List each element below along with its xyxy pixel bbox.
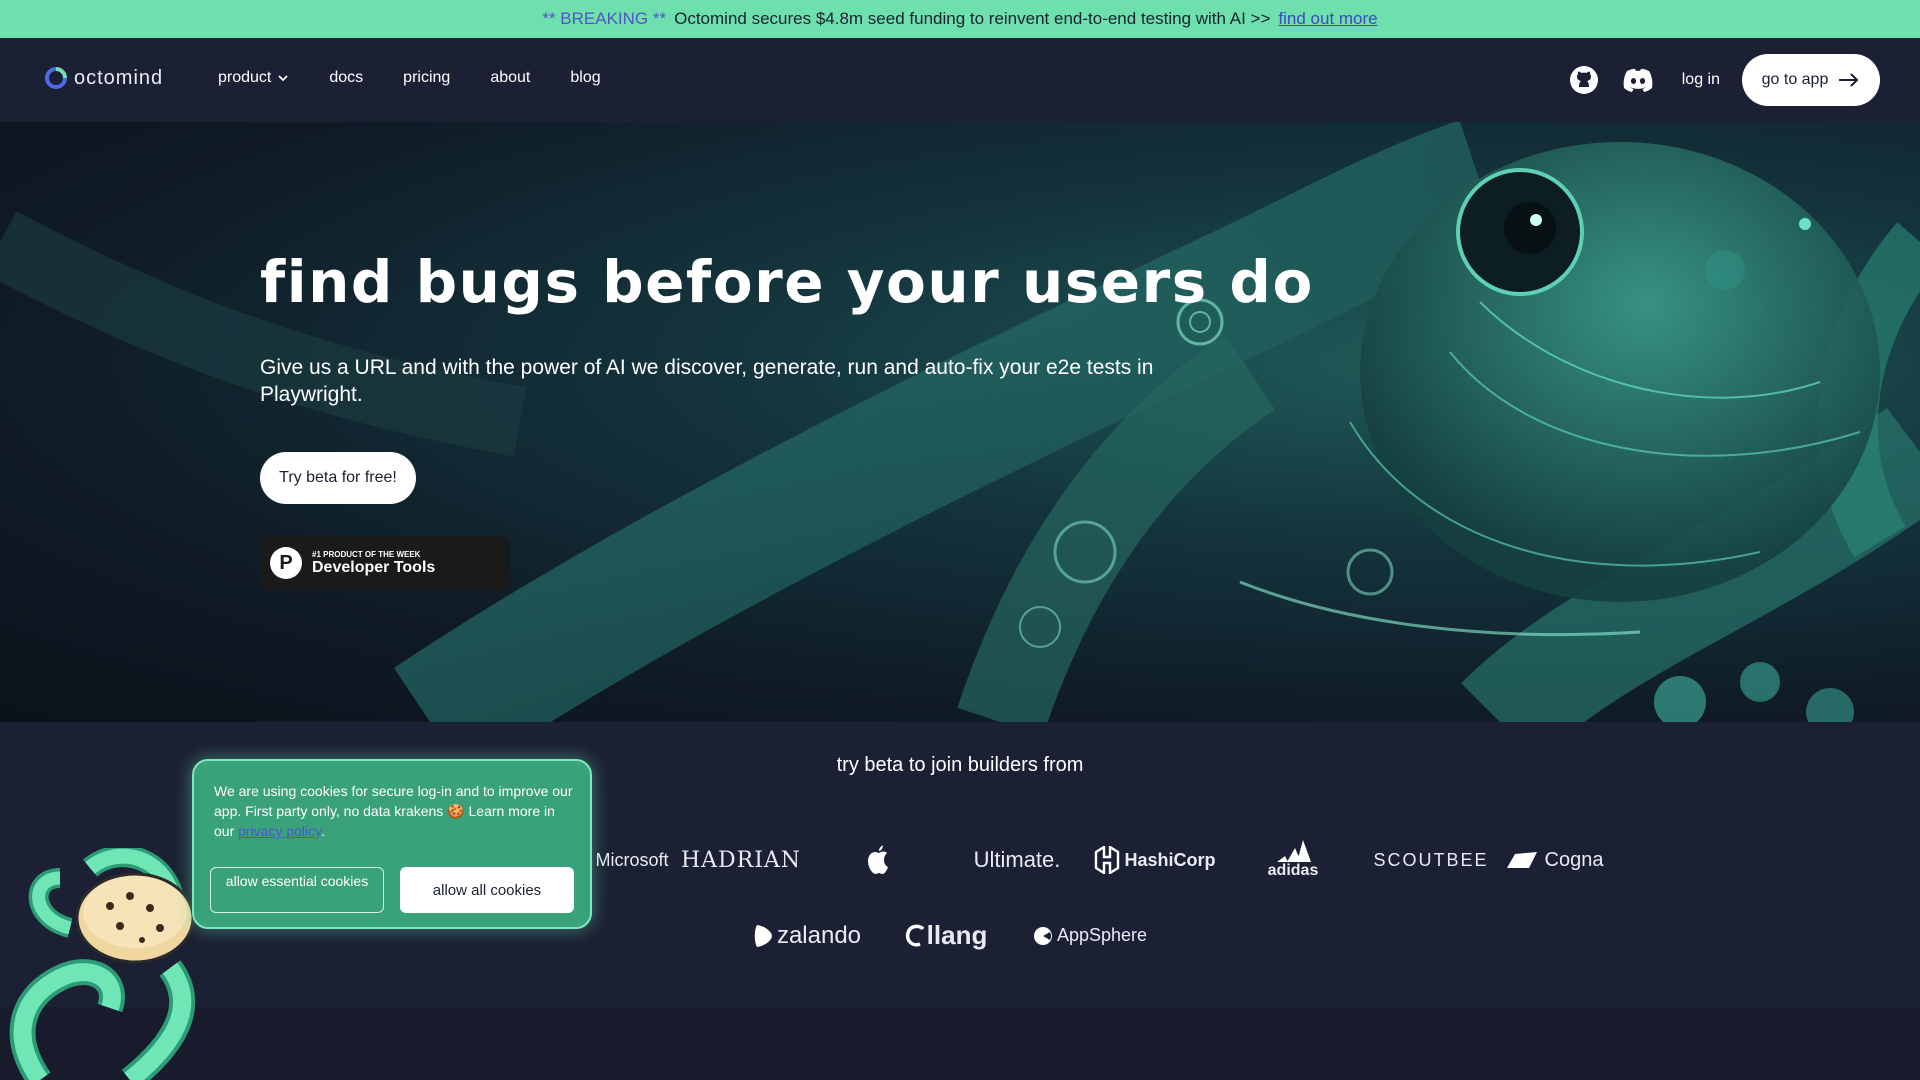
logo-microsoft: Microsoft (595, 849, 669, 870)
logo-adidas: adidas (1224, 840, 1362, 880)
page-bottom (0, 1007, 1920, 1080)
banner-tag: ** BREAKING ** (542, 9, 667, 28)
logo-appsphere-text: AppSphere (1056, 925, 1148, 945)
try-beta-button[interactable]: Try beta for free! (260, 452, 416, 504)
main-menu: product docs pricing about blog (218, 69, 601, 87)
announcement-banner: ** BREAKING ** Octomind secures $4.8m se… (0, 0, 1920, 38)
nav-product[interactable]: product (218, 69, 289, 87)
logo-apple (810, 845, 948, 875)
logo-llang: llang (896, 920, 996, 951)
arrow-right-icon (1839, 73, 1859, 87)
logo-adidas-text: adidas (1267, 862, 1319, 879)
nav-pricing[interactable]: pricing (403, 69, 450, 87)
nav-about[interactable]: about (490, 69, 530, 87)
logo[interactable]: octomind (44, 66, 163, 90)
hero-title: find bugs before your users do (260, 248, 1314, 316)
hero-subtitle: Give us a URL and with the power of AI w… (260, 356, 1154, 406)
llang-icon (905, 924, 925, 946)
badge-text: #1 PRODUCT OF THE WEEK Developer Tools (312, 550, 435, 577)
discord-icon (1623, 68, 1653, 92)
github-link[interactable] (1568, 64, 1600, 96)
hashicorp-icon (1095, 846, 1120, 874)
top-nav: octomind product docs pricing about blog (0, 38, 1920, 122)
hero-section: find bugs before your users do Give us a… (0, 122, 1920, 722)
banner-link[interactable]: find out more (1278, 9, 1377, 29)
login-link[interactable]: log in (1682, 71, 1720, 89)
customer-logos-row-2: zalando llang AppSphere (752, 920, 1150, 951)
logo-ultimate: Ultimate. (973, 847, 1061, 872)
logo-cogna: Cogna (1500, 849, 1610, 872)
discord-link[interactable] (1622, 64, 1654, 96)
octomind-logo-icon (45, 67, 67, 89)
logo-scoutbee: SCOUTBEE (1373, 849, 1489, 870)
badge-big-text: Developer Tools (312, 558, 436, 576)
logo-appsphere: AppSphere (1030, 925, 1150, 946)
cookie-message: We are using cookies for secure log-in a… (214, 781, 574, 841)
logo-llang-text: llang (926, 920, 988, 950)
go-to-app-button[interactable]: go to app (1742, 54, 1880, 106)
logo-hadrian: HADRIAN (680, 847, 802, 873)
cookie-text-2: . (321, 823, 326, 839)
logo-text: octomind (74, 66, 164, 89)
go-to-app-label: go to app (1761, 71, 1829, 88)
octopus-illustration (0, 122, 1920, 722)
customer-logos-row-1: Microsoft HADRIAN Ultimate. HashiCorp ad… (592, 840, 1610, 880)
nav-docs[interactable]: docs (329, 69, 363, 87)
logo-zalando-text: zalando (776, 921, 862, 949)
allow-essential-cookies-button[interactable]: allow essential cookies (210, 867, 384, 913)
github-icon (1569, 66, 1598, 94)
nav-actions: log in go to app (1568, 54, 1880, 106)
apple-icon (868, 845, 888, 874)
chevron-down-icon (278, 75, 289, 82)
zalando-icon (754, 924, 772, 947)
allow-all-cookies-button[interactable]: allow all cookies (400, 867, 574, 913)
badge-small-text: #1 PRODUCT OF THE WEEK (312, 549, 421, 559)
product-hunt-badge[interactable]: P #1 PRODUCT OF THE WEEK Developer Tools (260, 536, 510, 590)
nav-product-label: product (218, 69, 272, 86)
logo-zalando: zalando (752, 922, 862, 950)
logo-hashicorp: HashiCorp (1086, 846, 1224, 874)
privacy-policy-link[interactable]: privacy policy (238, 823, 321, 839)
adidas-icon (1277, 840, 1311, 862)
appsphere-icon (1033, 926, 1052, 945)
logo-hashicorp-text: HashiCorp (1124, 849, 1216, 870)
cogna-icon (1506, 852, 1537, 868)
cookie-consent-dialog: We are using cookies for secure log-in a… (192, 759, 592, 929)
banner-text: Octomind secures $4.8m seed funding to r… (674, 9, 1271, 28)
logo-cogna-text: Cogna (1544, 848, 1604, 871)
product-hunt-icon: P (270, 547, 302, 579)
nav-blog[interactable]: blog (570, 69, 600, 87)
